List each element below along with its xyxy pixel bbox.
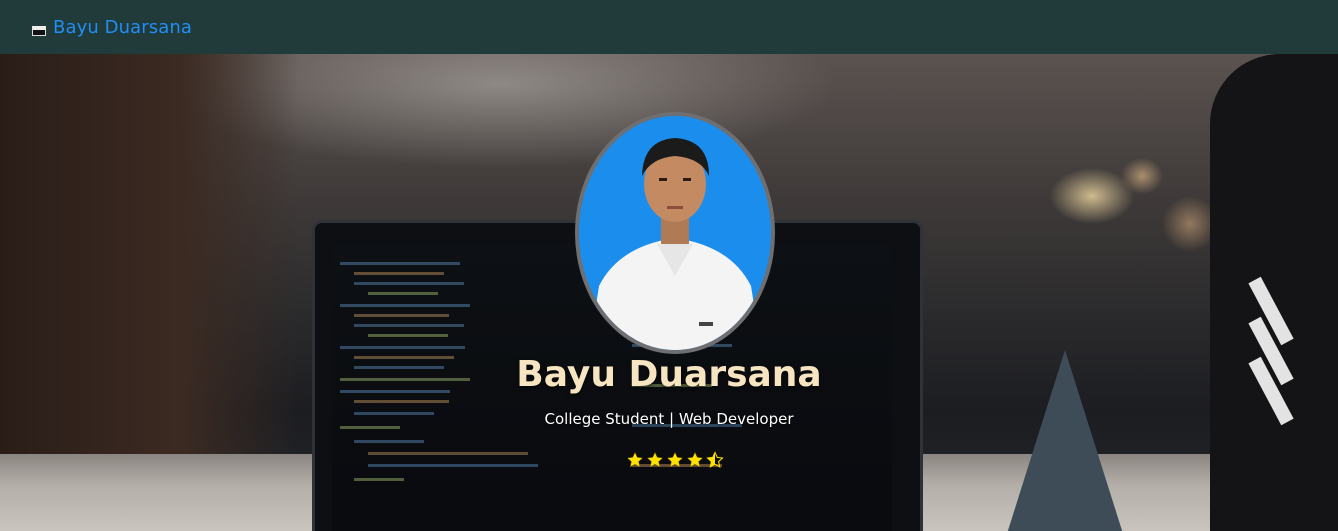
hero-name: Bayu Duarsana (516, 354, 822, 395)
hero-subtitle: College Student | Web Developer (544, 410, 794, 428)
brand-label: Bayu Duarsana (53, 16, 193, 38)
star-full-icon (646, 451, 664, 468)
star-full-icon (686, 451, 704, 468)
star-rating (626, 451, 726, 471)
star-full-icon (626, 451, 644, 468)
profile-photo (579, 116, 771, 350)
broken-image-icon (32, 26, 46, 36)
star-full-icon (666, 451, 684, 468)
hero-section: Bayu Duarsana College Student | Web Deve… (0, 54, 1338, 531)
top-navbar: Bayu Duarsana (0, 0, 1338, 54)
background-sneaker (1210, 54, 1338, 531)
star-half-icon (706, 451, 724, 468)
profile-avatar (575, 112, 775, 354)
brand-link[interactable]: Bayu Duarsana (32, 17, 192, 38)
